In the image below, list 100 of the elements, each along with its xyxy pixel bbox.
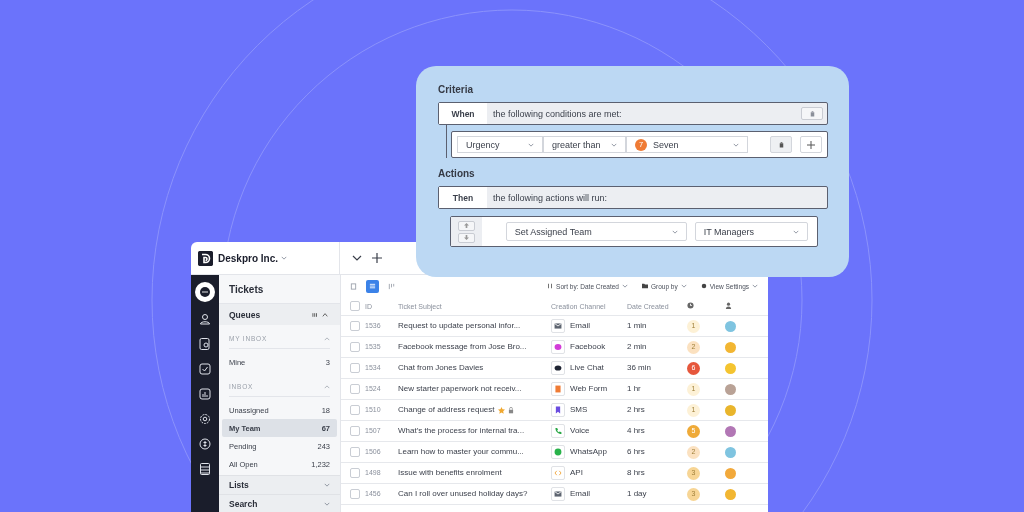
- list-view-icon: [369, 282, 376, 290]
- clock-icon: [687, 302, 694, 309]
- ticket-subject[interactable]: Issue with benefits enrolment: [398, 468, 502, 478]
- folder-icon: [642, 283, 648, 289]
- messenger-icon: [551, 340, 565, 354]
- criteria-title: Criteria: [438, 84, 474, 95]
- logo-icon: [198, 250, 213, 266]
- chat-icon[interactable]: [195, 282, 215, 302]
- add-button[interactable]: [800, 136, 822, 153]
- caret-icon: [671, 229, 678, 234]
- trash-icon: [777, 141, 785, 148]
- row-checkbox[interactable]: [350, 384, 360, 394]
- select-all-checkbox[interactable]: [350, 301, 360, 311]
- delete-button[interactable]: [770, 136, 792, 153]
- caret-icon: [611, 142, 617, 147]
- table-icon[interactable]: [197, 461, 213, 477]
- ticket-subject[interactable]: New starter paperwork not receiv...: [398, 384, 522, 394]
- filter-icon[interactable]: [312, 311, 330, 318]
- when-label: When: [439, 103, 487, 124]
- chat-bubble-icon: [551, 361, 565, 375]
- section-header[interactable]: Search: [219, 494, 340, 512]
- checkbox-icon[interactable]: [197, 361, 213, 377]
- date-created: 2 hrs: [627, 405, 645, 414]
- ticket-subject[interactable]: Can I roll over unused holiday days?: [398, 489, 528, 499]
- bar-chart-icon[interactable]: [197, 386, 213, 402]
- bookmark-icon: [551, 403, 565, 417]
- channel-label: API: [570, 468, 583, 478]
- organization-dropdown[interactable]: Deskpro Inc.: [218, 252, 288, 264]
- card-view-icon: [350, 282, 357, 290]
- trash-icon: [808, 110, 816, 117]
- code-icon: [551, 466, 565, 480]
- row-checkbox[interactable]: [350, 363, 360, 373]
- caret-icon: [622, 284, 628, 288]
- date-created: 6 hrs: [627, 447, 645, 456]
- plus-icon[interactable]: [372, 253, 382, 263]
- chevron-up-icon[interactable]: [324, 336, 330, 341]
- move-down-button[interactable]: [457, 232, 475, 243]
- envelope-icon: [551, 487, 565, 501]
- whatsapp-icon: [551, 445, 565, 459]
- caret-icon: [528, 142, 534, 147]
- row-checkbox[interactable]: [350, 426, 360, 436]
- action-dropdown[interactable]: Set Assigned Team: [505, 222, 687, 241]
- ticket-subject[interactable]: Facebook message from Jose Bro...: [398, 342, 527, 352]
- row-checkbox[interactable]: [350, 468, 360, 478]
- document-search-icon[interactable]: [197, 336, 213, 352]
- channel-label: Email: [570, 321, 590, 331]
- board-view-icon: [388, 282, 395, 290]
- phone-icon: [551, 424, 565, 438]
- caret-icon: [752, 284, 758, 288]
- delete-button[interactable]: [801, 107, 823, 120]
- envelope-icon: [551, 319, 565, 333]
- chevron-up-icon[interactable]: [324, 384, 330, 389]
- channel-label: SMS: [570, 405, 588, 415]
- ticket-subject[interactable]: Change of address request: [398, 405, 495, 415]
- caret-icon: [793, 229, 799, 234]
- row-checkbox[interactable]: [350, 447, 360, 457]
- queues-label: Queues: [229, 309, 261, 320]
- section-header[interactable]: Lists: [219, 475, 340, 494]
- arrow-down-icon: [463, 235, 469, 240]
- caret-icon: [281, 256, 288, 260]
- when-text: the following conditions are met:: [492, 108, 623, 119]
- then-text: the following actions will run:: [492, 192, 609, 203]
- move-up-button[interactable]: [457, 220, 475, 231]
- ticket-subject[interactable]: Request to update personal infor...: [398, 321, 521, 331]
- ticket-subject[interactable]: What’s the process for internal tra...: [398, 426, 525, 436]
- channel-label: WhatsApp: [570, 447, 607, 457]
- operator-dropdown[interactable]: greater than: [543, 136, 626, 153]
- ticket-subject[interactable]: Chat from Jones Davies: [398, 363, 484, 373]
- channel-label: Facebook: [570, 342, 606, 352]
- sidebar-title: Tickets: [228, 283, 265, 297]
- date-created: 1 hr: [627, 384, 641, 393]
- field-dropdown[interactable]: Urgency: [457, 136, 543, 153]
- queues-header[interactable]: Queues: [219, 303, 340, 325]
- row-checkbox[interactable]: [350, 489, 360, 499]
- date-created: 36 min: [627, 363, 651, 372]
- date-created: 4 hrs: [627, 426, 645, 435]
- then-label: Then: [439, 187, 487, 208]
- ticket-subject[interactable]: Learn how to master your commu...: [398, 447, 524, 457]
- date-created: 1 day: [627, 489, 647, 498]
- row-checkbox[interactable]: [350, 405, 360, 415]
- row-checkbox[interactable]: [350, 342, 360, 352]
- person-icon: [725, 302, 732, 309]
- team-dropdown[interactable]: IT Managers: [694, 222, 808, 241]
- chevron-down-icon[interactable]: [352, 255, 362, 261]
- date-created: 1 min: [627, 321, 647, 330]
- clipboard-icon: [551, 382, 565, 396]
- caret-icon: [733, 142, 739, 147]
- caret-icon: [324, 502, 330, 506]
- row-checkbox[interactable]: [350, 321, 360, 331]
- plus-icon: [807, 140, 815, 149]
- channel-label: Email: [570, 489, 590, 499]
- channel-label: Live Chat: [570, 363, 604, 373]
- list-view-button[interactable]: [366, 279, 379, 293]
- dollar-icon[interactable]: [197, 436, 213, 452]
- channel-label: Web Form: [570, 384, 608, 394]
- date-created: 8 hrs: [627, 468, 645, 477]
- date-created: 2 min: [627, 342, 647, 351]
- caret-icon: [324, 483, 330, 487]
- person-icon[interactable]: [197, 311, 213, 327]
- arrow-up-icon: [463, 223, 469, 228]
